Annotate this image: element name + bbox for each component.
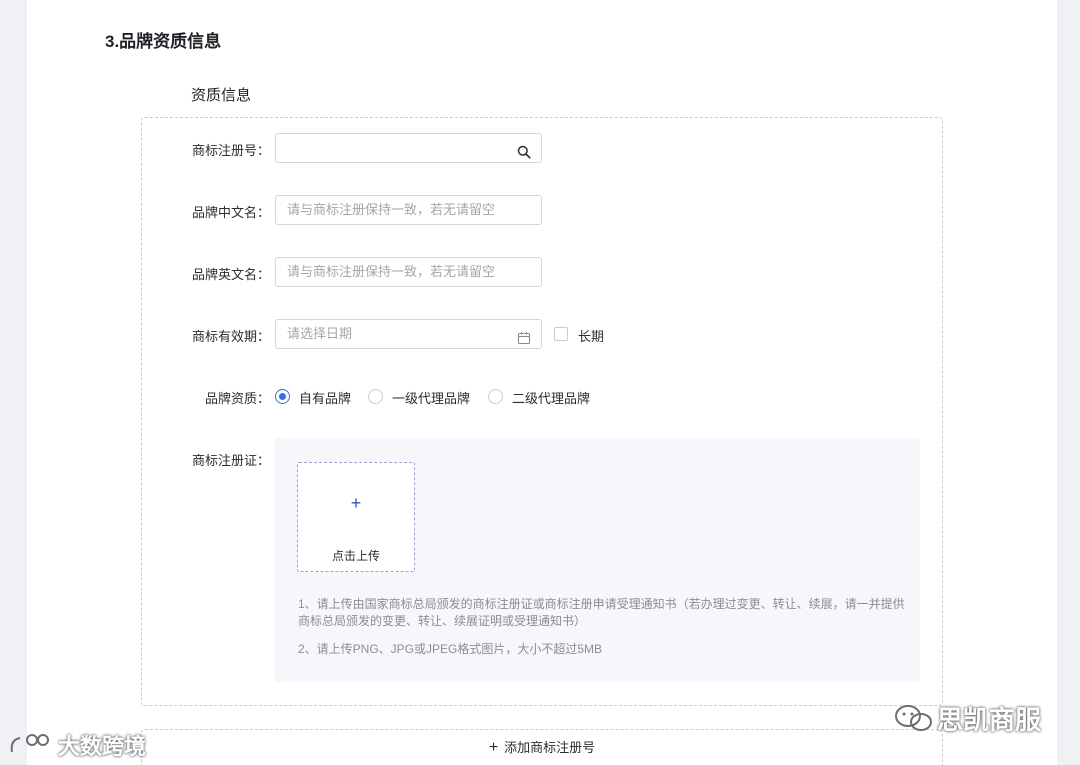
validity-date-picker[interactable]: 请选择日期 xyxy=(275,319,542,349)
wechat-icon xyxy=(895,705,932,731)
validity-placeholder: 请选择日期 xyxy=(287,326,353,341)
upload-note-1: 1、请上传由国家商标总局颁发的商标注册证或商标注册申请受理通知书（若办理过变更、… xyxy=(298,597,905,628)
upload-button[interactable]: + 点击上传 xyxy=(297,462,415,572)
brand-en-placeholder: 请与商标注册保持一致，若无请留空 xyxy=(287,264,496,279)
trademark-no-label: 商标注册号： xyxy=(191,143,270,158)
add-trademark-label: 添加商标注册号 xyxy=(504,740,596,755)
brand-en-label: 品牌英文名： xyxy=(191,267,270,282)
certificate-label: 商标注册证： xyxy=(191,453,270,468)
brand-en-input[interactable]: 请与商标注册保持一致，若无请留空 xyxy=(275,257,542,287)
calendar-icon[interactable] xyxy=(517,327,531,355)
qualification-label: 品牌资质： xyxy=(204,391,270,406)
plus-icon: + xyxy=(350,493,362,513)
brand-cn-placeholder: 请与商标注册保持一致，若无请留空 xyxy=(287,202,496,217)
validity-label: 商标有效期： xyxy=(191,329,270,344)
long-term-label: 长期 xyxy=(578,329,605,344)
section-title: 3.品牌资质信息 xyxy=(105,32,222,51)
watermark-left: 大数跨境 xyxy=(8,728,146,762)
upload-note-2: 2、请上传PNG、JPG或JPEG格式图片，大小不超过5MB xyxy=(298,642,603,656)
watermark-right-text: 思凯商服 xyxy=(937,704,1042,735)
trademark-no-input[interactable] xyxy=(275,133,542,163)
plus-icon: + xyxy=(488,739,499,756)
certificate-upload-area: + 点击上传 1、请上传由国家商标总局颁发的商标注册证或商标注册申请受理通知书（… xyxy=(275,438,920,682)
radio-second-agent[interactable] xyxy=(488,389,503,404)
radio-own-brand[interactable] xyxy=(275,389,290,404)
logo-icon xyxy=(10,734,49,753)
radio-first-agent[interactable] xyxy=(368,389,383,404)
sub-title: 资质信息 xyxy=(191,87,252,104)
brand-cn-input[interactable]: 请与商标注册保持一致，若无请留空 xyxy=(275,195,542,225)
watermark-right: 思凯商服 xyxy=(893,700,1041,736)
radio-own-brand-label[interactable]: 自有品牌 xyxy=(299,388,351,407)
long-term-checkbox[interactable] xyxy=(554,327,568,341)
add-trademark-button[interactable]: + 添加商标注册号 xyxy=(141,729,943,765)
radio-first-agent-label[interactable]: 一级代理品牌 xyxy=(392,388,470,407)
watermark-left-text: 大数跨境 xyxy=(58,734,147,759)
upload-label: 点击上传 xyxy=(331,549,380,563)
radio-second-agent-label[interactable]: 二级代理品牌 xyxy=(512,388,590,407)
brand-cn-label: 品牌中文名： xyxy=(191,205,270,220)
search-icon[interactable] xyxy=(517,141,531,169)
